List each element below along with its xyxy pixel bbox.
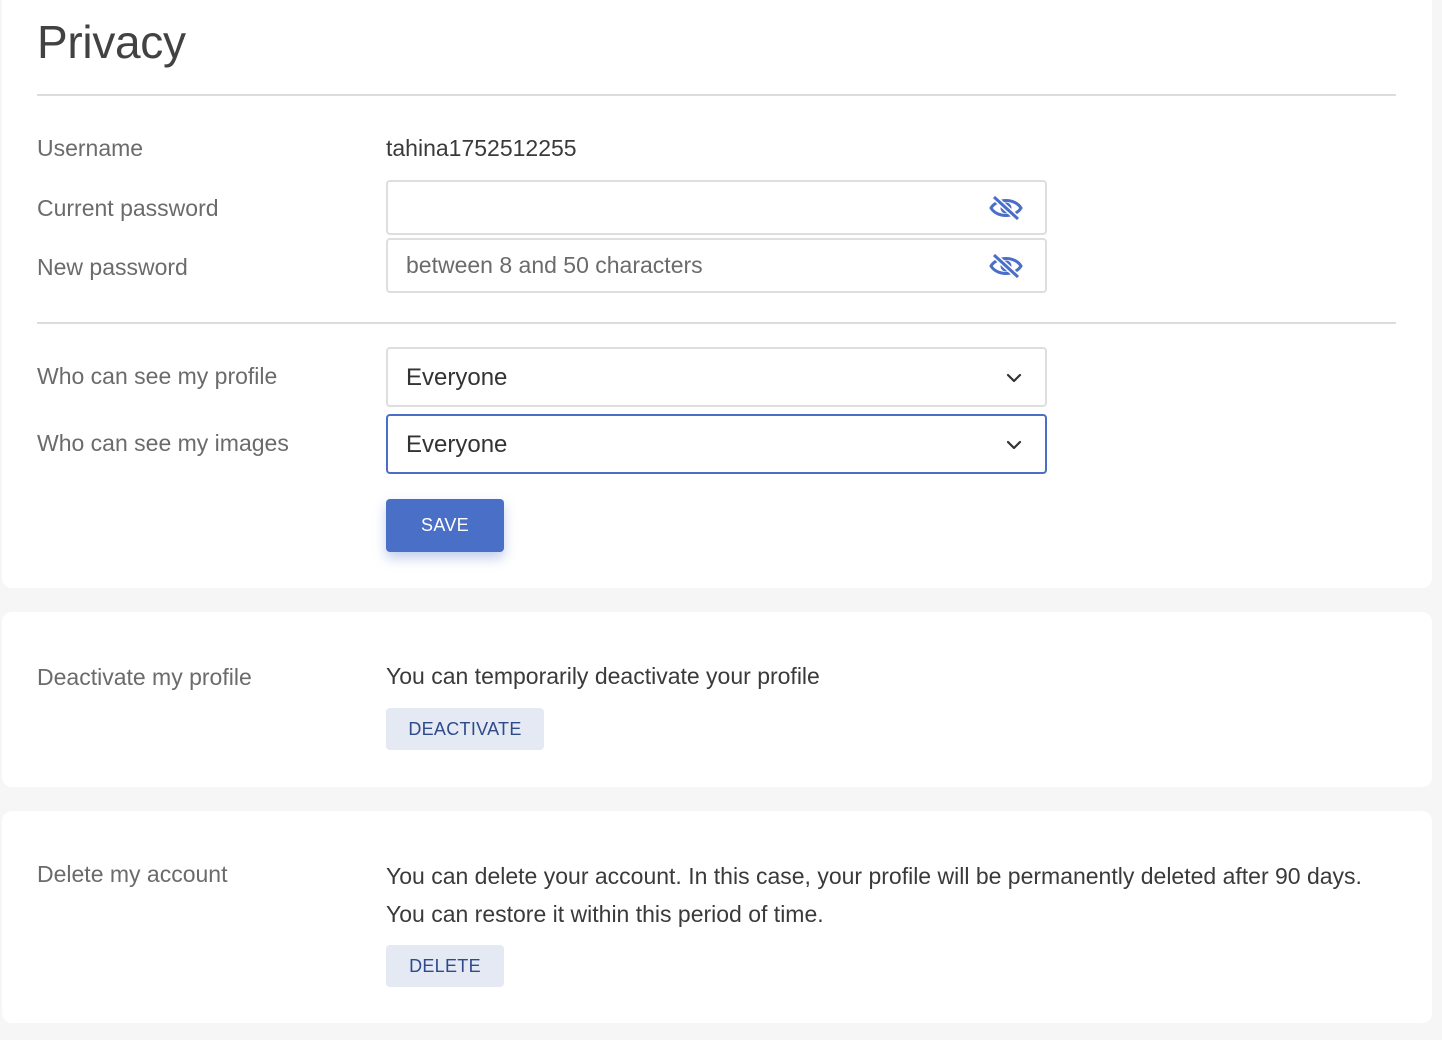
profile-visibility-value: Everyone <box>406 364 508 391</box>
divider <box>37 94 1396 96</box>
username-label: Username <box>37 135 144 161</box>
delete-label: Delete my account <box>37 861 228 887</box>
deactivate-label: Deactivate my profile <box>37 664 252 690</box>
images-visibility-label: Who can see my images <box>37 430 289 456</box>
images-visibility-value: Everyone <box>406 431 508 458</box>
page-title: Privacy <box>37 16 186 68</box>
new-password-field <box>386 238 1047 293</box>
profile-visibility-label: Who can see my profile <box>37 363 278 389</box>
save-button[interactable]: SAVE <box>386 499 504 552</box>
divider <box>37 322 1396 324</box>
profile-visibility-select[interactable]: Everyone <box>386 347 1047 407</box>
current-password-field <box>386 180 1047 235</box>
current-password-label: Current password <box>37 195 219 221</box>
deactivate-card: Deactivate my profile You can temporaril… <box>2 612 1432 787</box>
delete-card: Delete my account You can delete your ac… <box>2 811 1432 1023</box>
current-password-input[interactable] <box>388 182 968 233</box>
delete-description: You can delete your account. In this cas… <box>386 863 1362 927</box>
privacy-card: Privacy Username tahina1752512255 Curren… <box>2 0 1432 588</box>
username-value: tahina1752512255 <box>386 135 577 161</box>
new-password-label: New password <box>37 254 188 280</box>
eye-slash-icon[interactable] <box>989 252 1023 280</box>
eye-slash-icon[interactable] <box>989 194 1023 222</box>
delete-button[interactable]: DELETE <box>386 945 504 987</box>
chevron-down-icon <box>1006 373 1022 383</box>
chevron-down-icon <box>1006 440 1022 450</box>
deactivate-description: You can temporarily deactivate your prof… <box>386 663 820 689</box>
images-visibility-select[interactable]: Everyone <box>386 414 1047 474</box>
new-password-input[interactable] <box>388 240 968 291</box>
deactivate-button[interactable]: DEACTIVATE <box>386 708 544 750</box>
